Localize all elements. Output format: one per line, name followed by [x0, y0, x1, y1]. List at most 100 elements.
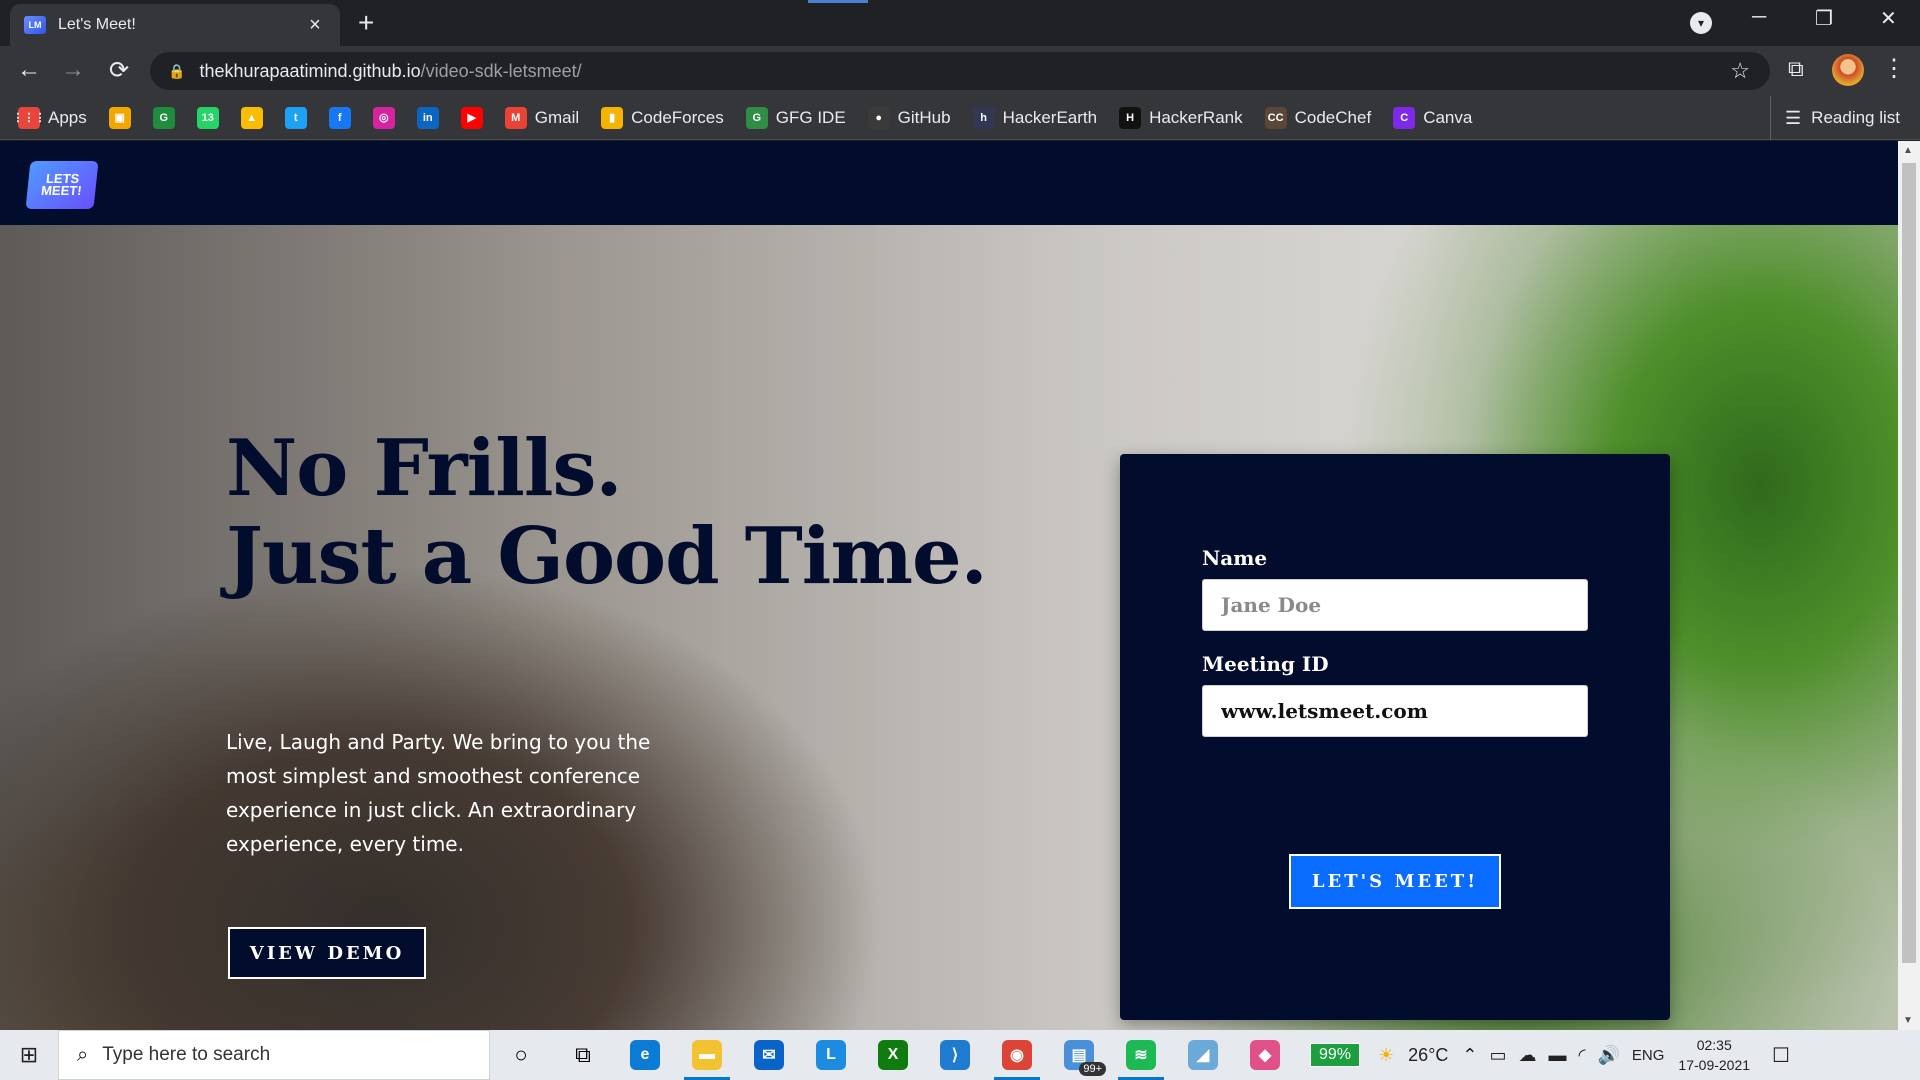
apps-grid-icon: ⋮⋮⋮	[13, 106, 46, 129]
letsmeet-logo[interactable]: LETS MEET!	[25, 161, 99, 209]
scroll-down-icon[interactable]: ▼	[1903, 1015, 1913, 1026]
bookmark-label: Gmail	[534, 107, 580, 127]
bookmark-label: HackerEarth	[1002, 107, 1098, 127]
bookmark-drive[interactable]: ▲	[240, 106, 263, 129]
taskbar-app-xbox[interactable]: X	[862, 1030, 924, 1080]
taskbar-app-file-explorer[interactable]: ▬	[676, 1030, 738, 1080]
taskbar-app-l-app[interactable]: L	[800, 1030, 862, 1080]
reading-list-button[interactable]: ☰ Reading list	[1770, 96, 1900, 140]
store-icon: ▣	[108, 106, 131, 129]
taskbar-search-placeholder: Type here to search	[102, 1044, 271, 1065]
wifi-icon[interactable]: ◜	[1579, 1045, 1586, 1066]
site-favicon-icon: LM	[24, 16, 46, 34]
bookmark-youtube[interactable]: ▶	[460, 106, 483, 129]
snip-icon: ◢	[1188, 1040, 1218, 1070]
browser-tab-active[interactable]: LM Let's Meet! ×	[10, 4, 340, 46]
device-icon[interactable]: ▭	[1489, 1045, 1506, 1066]
page-scrollbar[interactable]: ▲ ▼	[1898, 141, 1920, 1030]
tab-search-indicator	[808, 0, 868, 3]
taskbar-app-edge[interactable]: e	[614, 1030, 676, 1080]
bookmark-classroom[interactable]: G	[152, 106, 175, 129]
xbox-icon: X	[878, 1040, 908, 1070]
l-app-icon: L	[816, 1040, 846, 1070]
hackerearth-icon: h	[972, 106, 995, 129]
address-bar[interactable]: 🔒 thekhurapaatimind.github.io/video-sdk-…	[150, 52, 1770, 90]
lets-meet-button[interactable]: LET'S MEET!	[1289, 854, 1501, 909]
youtube-icon: ▶	[460, 106, 483, 129]
taskbar-app-snip[interactable]: ◢	[1172, 1030, 1234, 1080]
back-icon[interactable]: ←	[14, 56, 44, 84]
gmail-icon: M	[504, 106, 527, 129]
bookmark-label: Apps	[48, 107, 87, 127]
bookmark-gfg[interactable]: G GFG IDE	[745, 106, 846, 129]
url-path: /video-sdk-letsmeet/	[420, 60, 582, 81]
drive-icon: ▲	[240, 106, 263, 129]
start-button[interactable]: ⊞	[0, 1030, 58, 1080]
view-demo-button[interactable]: VIEW DEMO	[228, 927, 426, 979]
forward-icon[interactable]: →	[58, 56, 88, 84]
github-icon: ●	[867, 106, 890, 129]
bookmark-linkedin[interactable]: in	[416, 106, 439, 129]
bookmark-instagram[interactable]: ◎	[372, 106, 395, 129]
bookmark-hackerearth[interactable]: h HackerEarth	[972, 106, 1098, 129]
task-view-icon[interactable]: ⧉	[552, 1030, 614, 1080]
edge-icon: e	[630, 1040, 660, 1070]
volume-icon[interactable]: 🔊	[1597, 1045, 1619, 1066]
lock-icon[interactable]: 🔒	[168, 63, 185, 80]
reload-icon[interactable]: ⟳	[104, 56, 134, 85]
bookmark-codeforces[interactable]: ▮ CodeForces	[601, 106, 724, 129]
bookmark-store[interactable]: ▣	[108, 106, 131, 129]
bookmark-hackerrank[interactable]: H HackerRank	[1119, 106, 1243, 129]
bookmark-twitter[interactable]: t	[284, 106, 307, 129]
name-label: Name	[1202, 546, 1268, 570]
minimize-icon[interactable]: ─	[1752, 6, 1766, 29]
clock[interactable]: 02:35 17-09-2021	[1678, 1035, 1750, 1075]
headline-line-2: Just a Good Time.	[226, 511, 988, 602]
temperature[interactable]: 26°C	[1408, 1045, 1448, 1066]
language-indicator[interactable]: ENG	[1632, 1047, 1665, 1064]
bookmark-label: CodeChef	[1294, 107, 1372, 127]
restore-icon[interactable]: ❐	[1815, 6, 1833, 31]
show-hidden-icon[interactable]: ⌃	[1462, 1045, 1477, 1066]
notifications-icon[interactable]: ☐	[1772, 1043, 1790, 1068]
profile-avatar[interactable]	[1832, 54, 1864, 86]
bookmark-github[interactable]: ● GitHub	[867, 106, 951, 129]
scrollbar-thumb[interactable]	[1902, 163, 1916, 963]
battery-indicator[interactable]: 99%	[1310, 1043, 1361, 1067]
notification-badge: 99+	[1079, 1062, 1106, 1076]
taskbar-app-mail[interactable]: ✉	[738, 1030, 800, 1080]
taskbar-app-vscode[interactable]: ⟩	[924, 1030, 986, 1080]
cortana-icon[interactable]: ○	[490, 1030, 552, 1080]
tab-close-icon[interactable]: ×	[304, 14, 326, 37]
meeting-id-input[interactable]	[1202, 685, 1588, 737]
bookmark-star-icon[interactable]: ☆	[1730, 58, 1750, 84]
facebook-icon: f	[328, 106, 351, 129]
browser-menu-icon[interactable]: ⋮	[1882, 54, 1906, 83]
scroll-up-icon[interactable]: ▲	[1903, 145, 1913, 156]
weather-icon[interactable]: ☀	[1378, 1045, 1394, 1066]
network-cloud-icon[interactable]: ☁	[1519, 1045, 1537, 1066]
bookmark-whatsapp[interactable]: 13	[196, 106, 219, 129]
classroom-icon: G	[152, 106, 175, 129]
close-window-icon[interactable]: ✕	[1880, 6, 1897, 31]
tab-search-dropdown-icon[interactable]: ▾	[1690, 12, 1712, 34]
system-tray: ☀ 26°C ⌃ ▭ ☁ ▬ ◜ 🔊 ENG	[1378, 1045, 1678, 1066]
taskbar-app-notepad[interactable]: ▤ 99+	[1048, 1030, 1110, 1080]
hero-section: No Frills. Just a Good Time. Live, Laugh…	[0, 225, 1898, 1030]
taskbar-app-chrome[interactable]: ◉	[986, 1030, 1048, 1080]
taskbar-app-game[interactable]: ◆	[1234, 1030, 1296, 1080]
bookmark-gmail[interactable]: M Gmail	[504, 106, 580, 129]
taskbar-app-spotify[interactable]: ≋	[1110, 1030, 1172, 1080]
gfg-icon: G	[745, 106, 768, 129]
name-input[interactable]	[1202, 579, 1588, 631]
bookmark-facebook[interactable]: f	[328, 106, 351, 129]
tab-title: Let's Meet!	[58, 16, 136, 33]
taskbar-search-box[interactable]: ⌕ Type here to search	[58, 1030, 490, 1080]
battery-icon[interactable]: ▬	[1549, 1045, 1567, 1066]
file-explorer-icon: ▬	[692, 1040, 722, 1070]
bookmark-apps-grid[interactable]: ⋮⋮⋮ Apps	[13, 106, 87, 129]
new-tab-button[interactable]: +	[358, 8, 374, 38]
bookmark-codechef[interactable]: CC CodeChef	[1264, 106, 1372, 129]
extensions-icon[interactable]: ⧉	[1788, 56, 1804, 82]
bookmark-canva[interactable]: C Canva	[1393, 106, 1472, 129]
